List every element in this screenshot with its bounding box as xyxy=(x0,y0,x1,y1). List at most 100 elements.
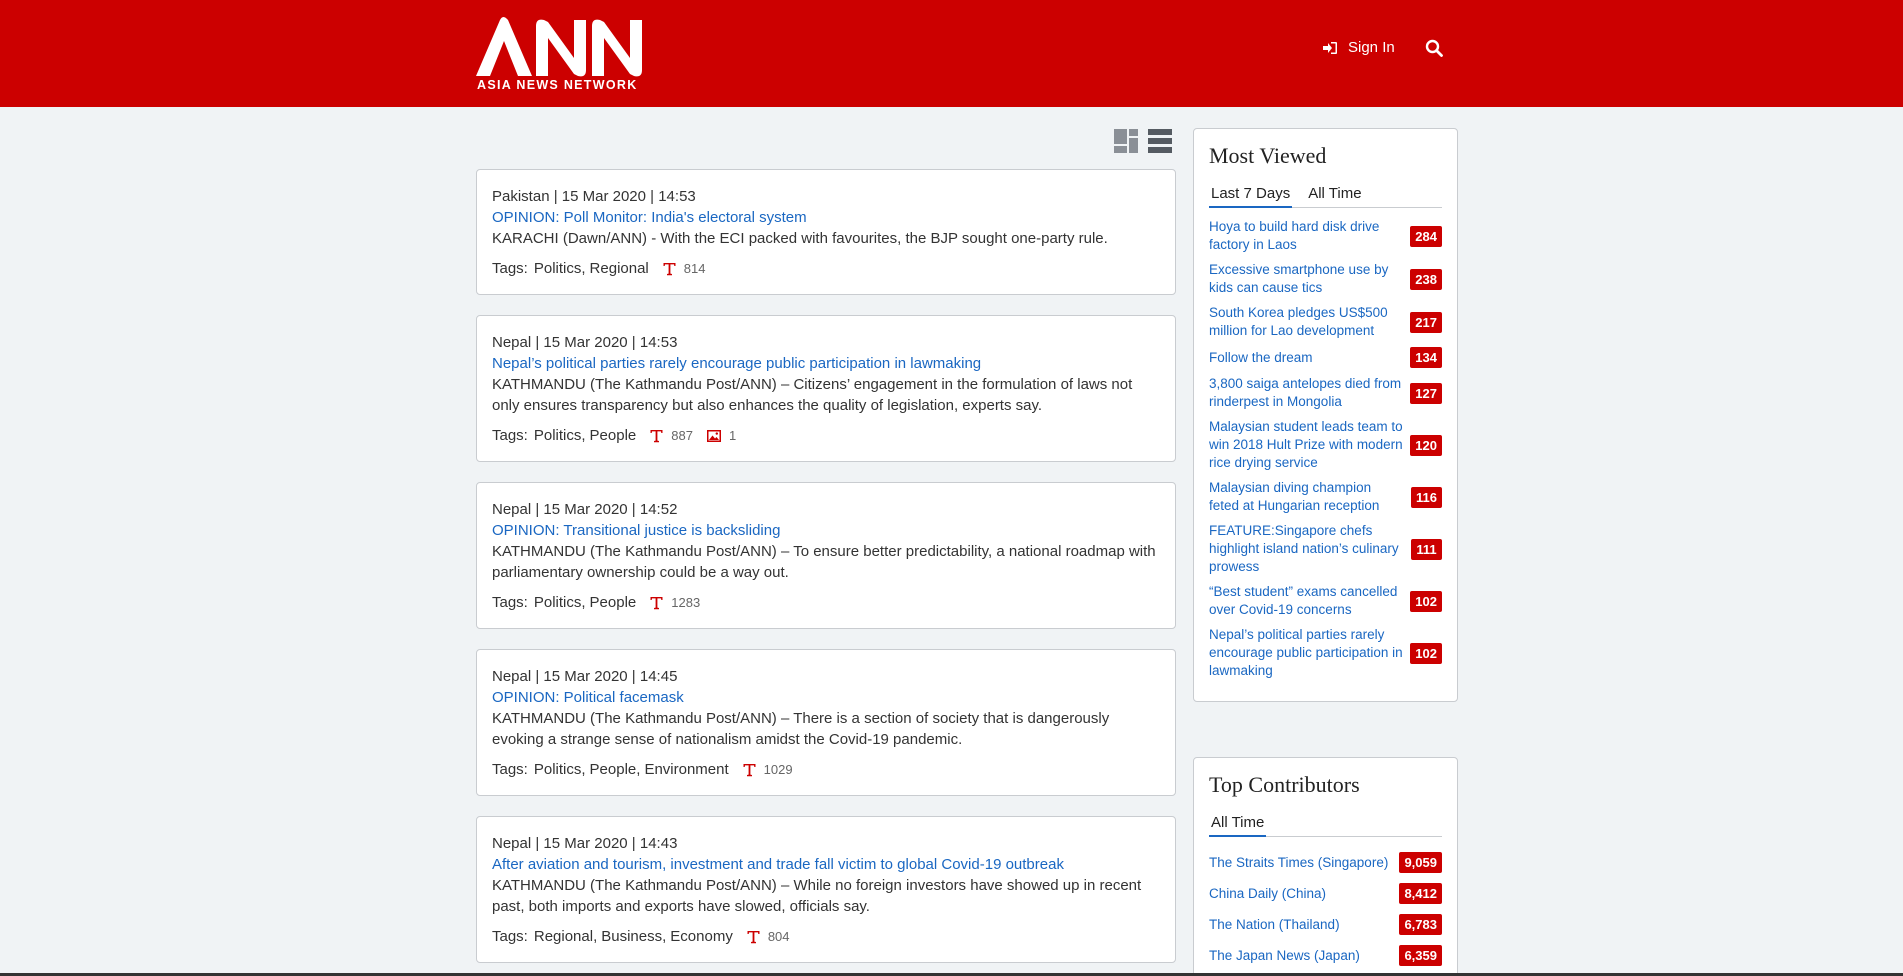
list-view-icon[interactable] xyxy=(1147,128,1173,154)
tag-link[interactable]: People xyxy=(590,592,637,613)
article-card: Pakistan | 15 Mar 2020 | 14:53 OPINION: … xyxy=(476,169,1176,295)
most-viewed-link[interactable]: South Korea pledges US$500 million for L… xyxy=(1209,304,1404,340)
article-summary: KATHMANDU (The Kathmandu Post/ANN) – Cit… xyxy=(492,376,1133,414)
article-title-link[interactable]: After aviation and tourism, investment a… xyxy=(492,854,1160,875)
most-viewed-link[interactable]: “Best student” exams cancelled over Covi… xyxy=(1209,583,1404,619)
grid-view-icon[interactable] xyxy=(1113,128,1139,154)
text-icon xyxy=(650,429,663,442)
most-viewed-link[interactable]: Follow the dream xyxy=(1209,349,1404,367)
ann-logo[interactable]: ASIA NEWS NETWORK xyxy=(476,16,651,92)
view-count-badge: 127 xyxy=(1410,382,1442,404)
most-viewed-link[interactable]: 3,800 saiga antelopes died from rinderpe… xyxy=(1209,375,1404,411)
tab-last-7-days[interactable]: Last 7 Days xyxy=(1209,185,1293,208)
text-icon xyxy=(743,763,756,776)
tag-link[interactable]: Politics xyxy=(534,592,582,613)
tag-separator: , xyxy=(593,928,598,945)
most-viewed-link[interactable]: Nepal’s political parties rarely encoura… xyxy=(1209,626,1404,680)
tag-link[interactable]: Politics xyxy=(534,759,582,780)
image-icon xyxy=(706,429,721,442)
article-tags: Tags: Politics, People, Environment 1029 xyxy=(492,759,1160,780)
signin-icon xyxy=(1323,41,1337,54)
tab-all-time-contributors[interactable]: All Time xyxy=(1209,814,1267,837)
most-viewed-item: Malaysian diving champion feted at Hunga… xyxy=(1209,479,1442,515)
contributor-link[interactable]: The Japan News (Japan) xyxy=(1209,948,1360,963)
image-count-value: 1 xyxy=(728,428,737,443)
tags-label: Tags: xyxy=(492,260,528,277)
contributor-item: The Nation (Thailand) 6,783 xyxy=(1209,909,1442,940)
tag-link[interactable]: Environment xyxy=(644,759,728,780)
article-summary: KATHMANDU (The Kathmandu Post/ANN) – Whi… xyxy=(492,877,1142,915)
site-header: ASIA NEWS NETWORK Sign In xyxy=(0,0,1903,107)
view-count-badge: 120 xyxy=(1410,434,1442,456)
most-viewed-item: “Best student” exams cancelled over Covi… xyxy=(1209,583,1442,619)
tag-link[interactable]: People xyxy=(590,759,637,780)
text-icon xyxy=(747,930,760,943)
view-count: 1029 xyxy=(743,759,793,780)
most-viewed-item: FEATURE:Singapore chefs highlight island… xyxy=(1209,522,1442,576)
article-meta: Nepal | 15 Mar 2020 | 14:43 xyxy=(492,835,678,852)
article-title-link[interactable]: OPINION: Transitional justice is backsli… xyxy=(492,520,1160,541)
tag-separator: , xyxy=(636,761,641,778)
sign-in-link[interactable]: Sign In xyxy=(1322,39,1395,56)
article-summary: KATHMANDU (The Kathmandu Post/ANN) – To … xyxy=(492,543,1156,581)
most-viewed-link[interactable]: Hoya to build hard disk drive factory in… xyxy=(1209,218,1404,254)
article-title-link[interactable]: OPINION: Political facemask xyxy=(492,687,1160,708)
article-meta: Nepal | 15 Mar 2020 | 14:53 xyxy=(492,334,678,351)
contributor-item: China Daily (China) 8,412 xyxy=(1209,878,1442,909)
tags-label: Tags: xyxy=(492,761,528,778)
view-count-badge: 116 xyxy=(1411,486,1442,508)
article-list: Pakistan | 15 Mar 2020 | 14:53 OPINION: … xyxy=(476,169,1176,976)
article-summary: KARACHI (Dawn/ANN) - With the ECI packed… xyxy=(492,230,1108,247)
article-meta: Nepal | 15 Mar 2020 | 14:45 xyxy=(492,668,678,685)
article-tags: Tags: Politics, People 1283 xyxy=(492,592,1160,613)
top-contributors-tabs: All Time xyxy=(1209,814,1442,837)
tag-separator: , xyxy=(581,427,586,444)
view-count-badge: 217 xyxy=(1410,311,1442,333)
contributor-link[interactable]: China Daily (China) xyxy=(1209,886,1326,901)
most-viewed-link[interactable]: FEATURE:Singapore chefs highlight island… xyxy=(1209,522,1404,576)
view-count-value: 887 xyxy=(671,428,693,443)
view-toggles xyxy=(1113,128,1173,154)
most-viewed-item: South Korea pledges US$500 million for L… xyxy=(1209,304,1442,340)
search-icon[interactable] xyxy=(1425,39,1443,57)
view-count-badge: 238 xyxy=(1410,268,1442,290)
article-card: Nepal | 15 Mar 2020 | 14:53 Nepal’s poli… xyxy=(476,315,1176,462)
article-title-link[interactable]: OPINION: Poll Monitor: India's electoral… xyxy=(492,207,1160,228)
tag-link[interactable]: Regional xyxy=(590,258,649,279)
most-viewed-item: Hoya to build hard disk drive factory in… xyxy=(1209,218,1442,254)
contribution-count-badge: 6,359 xyxy=(1399,945,1442,966)
contributor-link[interactable]: The Nation (Thailand) xyxy=(1209,917,1340,932)
contribution-count-badge: 8,412 xyxy=(1399,883,1442,904)
article-title-link[interactable]: Nepal’s political parties rarely encoura… xyxy=(492,353,1160,374)
view-count: 887 xyxy=(650,425,693,446)
tags-label: Tags: xyxy=(492,427,528,444)
most-viewed-link[interactable]: Malaysian student leads team to win 2018… xyxy=(1209,418,1404,472)
top-contributors-list: The Straits Times (Singapore) 9,059 Chin… xyxy=(1209,847,1442,971)
most-viewed-link[interactable]: Malaysian diving champion feted at Hunga… xyxy=(1209,479,1404,515)
tag-link[interactable]: Business xyxy=(601,926,662,947)
tag-separator: , xyxy=(581,761,586,778)
article-summary: KATHMANDU (The Kathmandu Post/ANN) – The… xyxy=(492,710,1110,748)
view-count-badge: 111 xyxy=(1411,538,1442,560)
most-viewed-link[interactable]: Excessive smartphone use by kids can cau… xyxy=(1209,261,1404,297)
text-icon xyxy=(650,596,663,609)
tags-label: Tags: xyxy=(492,594,528,611)
tag-link[interactable]: Economy xyxy=(670,926,733,947)
tab-all-time[interactable]: All Time xyxy=(1306,185,1363,207)
article-tags: Tags: Politics, People 887 1 xyxy=(492,425,1160,446)
text-icon xyxy=(663,262,676,275)
contributor-link[interactable]: The Straits Times (Singapore) xyxy=(1209,855,1388,870)
image-count: 1 xyxy=(706,425,737,446)
most-viewed-panel: Most Viewed Last 7 Days All Time Hoya to… xyxy=(1193,128,1458,702)
tag-link[interactable]: Regional xyxy=(534,926,593,947)
contribution-count-badge: 9,059 xyxy=(1399,852,1442,873)
tag-link[interactable]: Politics xyxy=(534,258,582,279)
article-meta: Nepal | 15 Mar 2020 | 14:52 xyxy=(492,501,678,518)
most-viewed-item: 3,800 saiga antelopes died from rinderpe… xyxy=(1209,375,1442,411)
view-count: 804 xyxy=(747,926,790,947)
most-viewed-tabs: Last 7 Days All Time xyxy=(1209,185,1442,208)
tag-link[interactable]: Politics xyxy=(534,425,582,446)
tag-link[interactable]: People xyxy=(590,425,637,446)
most-viewed-title: Most Viewed xyxy=(1209,143,1327,168)
article-tags: Tags: Regional, Business, Economy 804 xyxy=(492,926,1160,947)
